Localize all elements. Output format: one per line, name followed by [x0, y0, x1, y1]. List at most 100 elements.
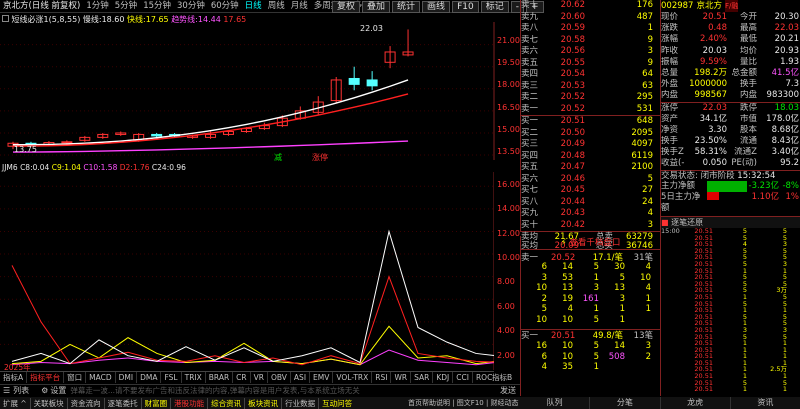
fuquan-button[interactable]: 复权	[332, 1, 361, 13]
signal-tag: 减	[274, 153, 282, 162]
view-1000-levels-button[interactable]: ⚡ 查看千档盘口	[521, 236, 660, 250]
help-links[interactable]: 首页帮助说明 | 图文F10 | 财经动态	[408, 398, 519, 408]
industry-data-tab[interactable]: 行业数据	[282, 397, 320, 409]
tab-dragon-tiger[interactable]: 龙虎	[661, 397, 731, 409]
news-tab[interactable]: 综合资讯	[208, 397, 246, 409]
tab-obv[interactable]: OBV	[268, 372, 291, 383]
tick-list[interactable]: 15:00 20.51 5 5 20.51 5 5 20.51 4 3 20.51 5 5 20.51 5 5…	[661, 228, 800, 393]
wealth-circle-tab[interactable]: 财富圈	[142, 397, 172, 409]
bid-level-row[interactable]: 买八 20.44 24	[521, 197, 660, 209]
fund-flow-tab[interactable]: 资金流向	[68, 397, 105, 409]
tab-vr[interactable]: VR	[251, 372, 268, 383]
stats-button[interactable]: 统计	[392, 1, 421, 13]
related-sectors-tab[interactable]: 关联板块	[31, 397, 68, 409]
period-5min[interactable]: 5分钟	[112, 0, 140, 12]
ask-level-row[interactable]: 卖五 20.55 9	[521, 58, 660, 70]
ask-level-row[interactable]: 卖六 20.56 3	[521, 46, 660, 58]
queue-cell: 13	[562, 283, 573, 293]
ask-level-row[interactable]: 卖四 20.54 64	[521, 69, 660, 81]
bid-level-row[interactable]: 买一 20.51 648	[521, 116, 660, 128]
period-week[interactable]: 周线	[265, 0, 288, 12]
tick-count: 5	[782, 280, 787, 288]
bid-level-row[interactable]: 买九 20.43 4	[521, 208, 660, 220]
draw-button[interactable]: 画线	[422, 1, 451, 13]
tab-dma[interactable]: DMA	[137, 372, 162, 383]
quote-row: 涨跌 0.48 最高 22.03	[661, 23, 800, 34]
bid-level-row[interactable]: 买五 20.47 2100	[521, 162, 660, 174]
tab-roc[interactable]: ROC	[473, 372, 494, 383]
tick-count: 3	[782, 326, 787, 334]
stock-code: 002987	[661, 1, 694, 11]
tab-asi[interactable]: ASI	[291, 372, 311, 383]
overlay-button[interactable]: 叠加	[362, 1, 391, 13]
expand-button[interactable]: 扩展 ^	[0, 397, 31, 409]
qa-tab[interactable]: 互动问答	[319, 398, 355, 409]
tab-cci[interactable]: CCI	[453, 372, 473, 383]
ask-level-row[interactable]: 卖九 20.60 487	[521, 12, 660, 24]
checkbox-icon[interactable]	[2, 15, 9, 22]
queue-cell: 10	[640, 272, 651, 283]
bid-level-row[interactable]: 买三 20.49 4097	[521, 139, 660, 151]
hk-function-tab[interactable]: 港股功能	[171, 397, 209, 409]
list-icon[interactable]: ☰	[0, 386, 13, 395]
low-annotation: 13.75	[14, 145, 37, 154]
tick-title: 逐笔还原	[671, 218, 704, 227]
tab-sar[interactable]: SAR	[411, 372, 434, 383]
settings-button[interactable]: 设置	[50, 385, 70, 396]
tab-rsi[interactable]: RSI	[372, 372, 392, 383]
sector-news-tab[interactable]: 板块资讯	[245, 397, 283, 409]
period-month[interactable]: 月线	[288, 0, 311, 12]
bid-queue-label: 买一	[521, 331, 539, 341]
period-day[interactable]: 日线	[242, 0, 265, 12]
tab-indicator-platform[interactable]: 指标平台	[27, 372, 65, 383]
tick-order-tab[interactable]: 逐笔委托	[105, 397, 142, 409]
kline-chart[interactable]	[0, 22, 520, 160]
ask-level-row[interactable]: 卖一 20.52 531	[521, 104, 660, 116]
tab-vol-trx[interactable]: VOL-TRX	[333, 372, 373, 383]
tab-cr[interactable]: CR	[233, 372, 251, 383]
period-1min[interactable]: 1分钟	[83, 0, 111, 12]
tab-wr[interactable]: WR	[391, 372, 412, 383]
gear-icon[interactable]: ⚙	[39, 386, 50, 395]
ask-level-row[interactable]: 卖八 20.59 1	[521, 23, 660, 35]
tab-emv[interactable]: EMV	[310, 372, 334, 383]
bid-level-row[interactable]: 买四 20.48 6119	[521, 151, 660, 163]
queue-cell: 4	[645, 283, 651, 293]
bid-level-row[interactable]: 买十 20.42 3	[521, 220, 660, 232]
quote-label: 换手Z	[661, 147, 684, 158]
bid-level-volume: 648	[636, 116, 653, 126]
bid-level-row[interactable]: 买二 20.50 2095	[521, 128, 660, 140]
tab-indicator-a[interactable]: 指标A	[0, 372, 28, 383]
ask-level-row[interactable]: 卖十 20.62 176	[521, 0, 660, 12]
send-button[interactable]: 发送	[496, 385, 520, 396]
period-60min[interactable]: 60分钟	[208, 0, 242, 12]
quote-label: 昨收	[661, 45, 679, 56]
mark-button[interactable]: 标记	[480, 1, 509, 13]
list-button[interactable]: 列表	[13, 385, 39, 396]
bid-level-row[interactable]: 买六 20.46 5	[521, 174, 660, 186]
period-15min[interactable]: 15分钟	[140, 0, 174, 12]
tab-window[interactable]: 窗口	[64, 372, 87, 383]
danmu-input[interactable]: 弹幕走一波...请不要发布广告和违反法律的内容,弹幕内容是用户发表,与本系统立场…	[70, 385, 496, 396]
f10-button[interactable]: F10	[452, 1, 479, 13]
quote-row: 涨幅 2.40% 最低 20.21	[661, 34, 800, 45]
tab-indicator-b[interactable]: 指标B	[492, 372, 512, 383]
ask-level-row[interactable]: 卖三 20.53 63	[521, 81, 660, 93]
quote-panel: 002987 京北方 F/融 现价 20.51 今开 20.30 涨跌 0.48 最高 22.…	[660, 0, 800, 232]
ask-level-row[interactable]: 卖七 20.58 9	[521, 35, 660, 47]
tab-ticks[interactable]: 分笔	[590, 397, 661, 409]
tab-trix[interactable]: TRIX	[182, 372, 206, 383]
ask-level-row[interactable]: 卖二 20.52 295	[521, 92, 660, 104]
tab-dmi[interactable]: DMI	[116, 372, 138, 383]
sub-indicator-chart[interactable]	[0, 172, 494, 370]
tab-queue[interactable]: 队列	[520, 397, 591, 409]
tab-news[interactable]: 资讯	[731, 397, 800, 409]
tick-row: 20.51 3 3	[661, 327, 800, 334]
tab-macd[interactable]: MACD	[86, 372, 116, 383]
tab-brar[interactable]: BRAR	[206, 372, 234, 383]
bid-level-row[interactable]: 买七 20.45 27	[521, 185, 660, 197]
tab-fsl[interactable]: FSL	[161, 372, 182, 383]
ask-level-label: 卖三	[521, 80, 539, 91]
tab-kdj[interactable]: KDJ	[433, 372, 454, 383]
period-30min[interactable]: 30分钟	[174, 0, 208, 12]
